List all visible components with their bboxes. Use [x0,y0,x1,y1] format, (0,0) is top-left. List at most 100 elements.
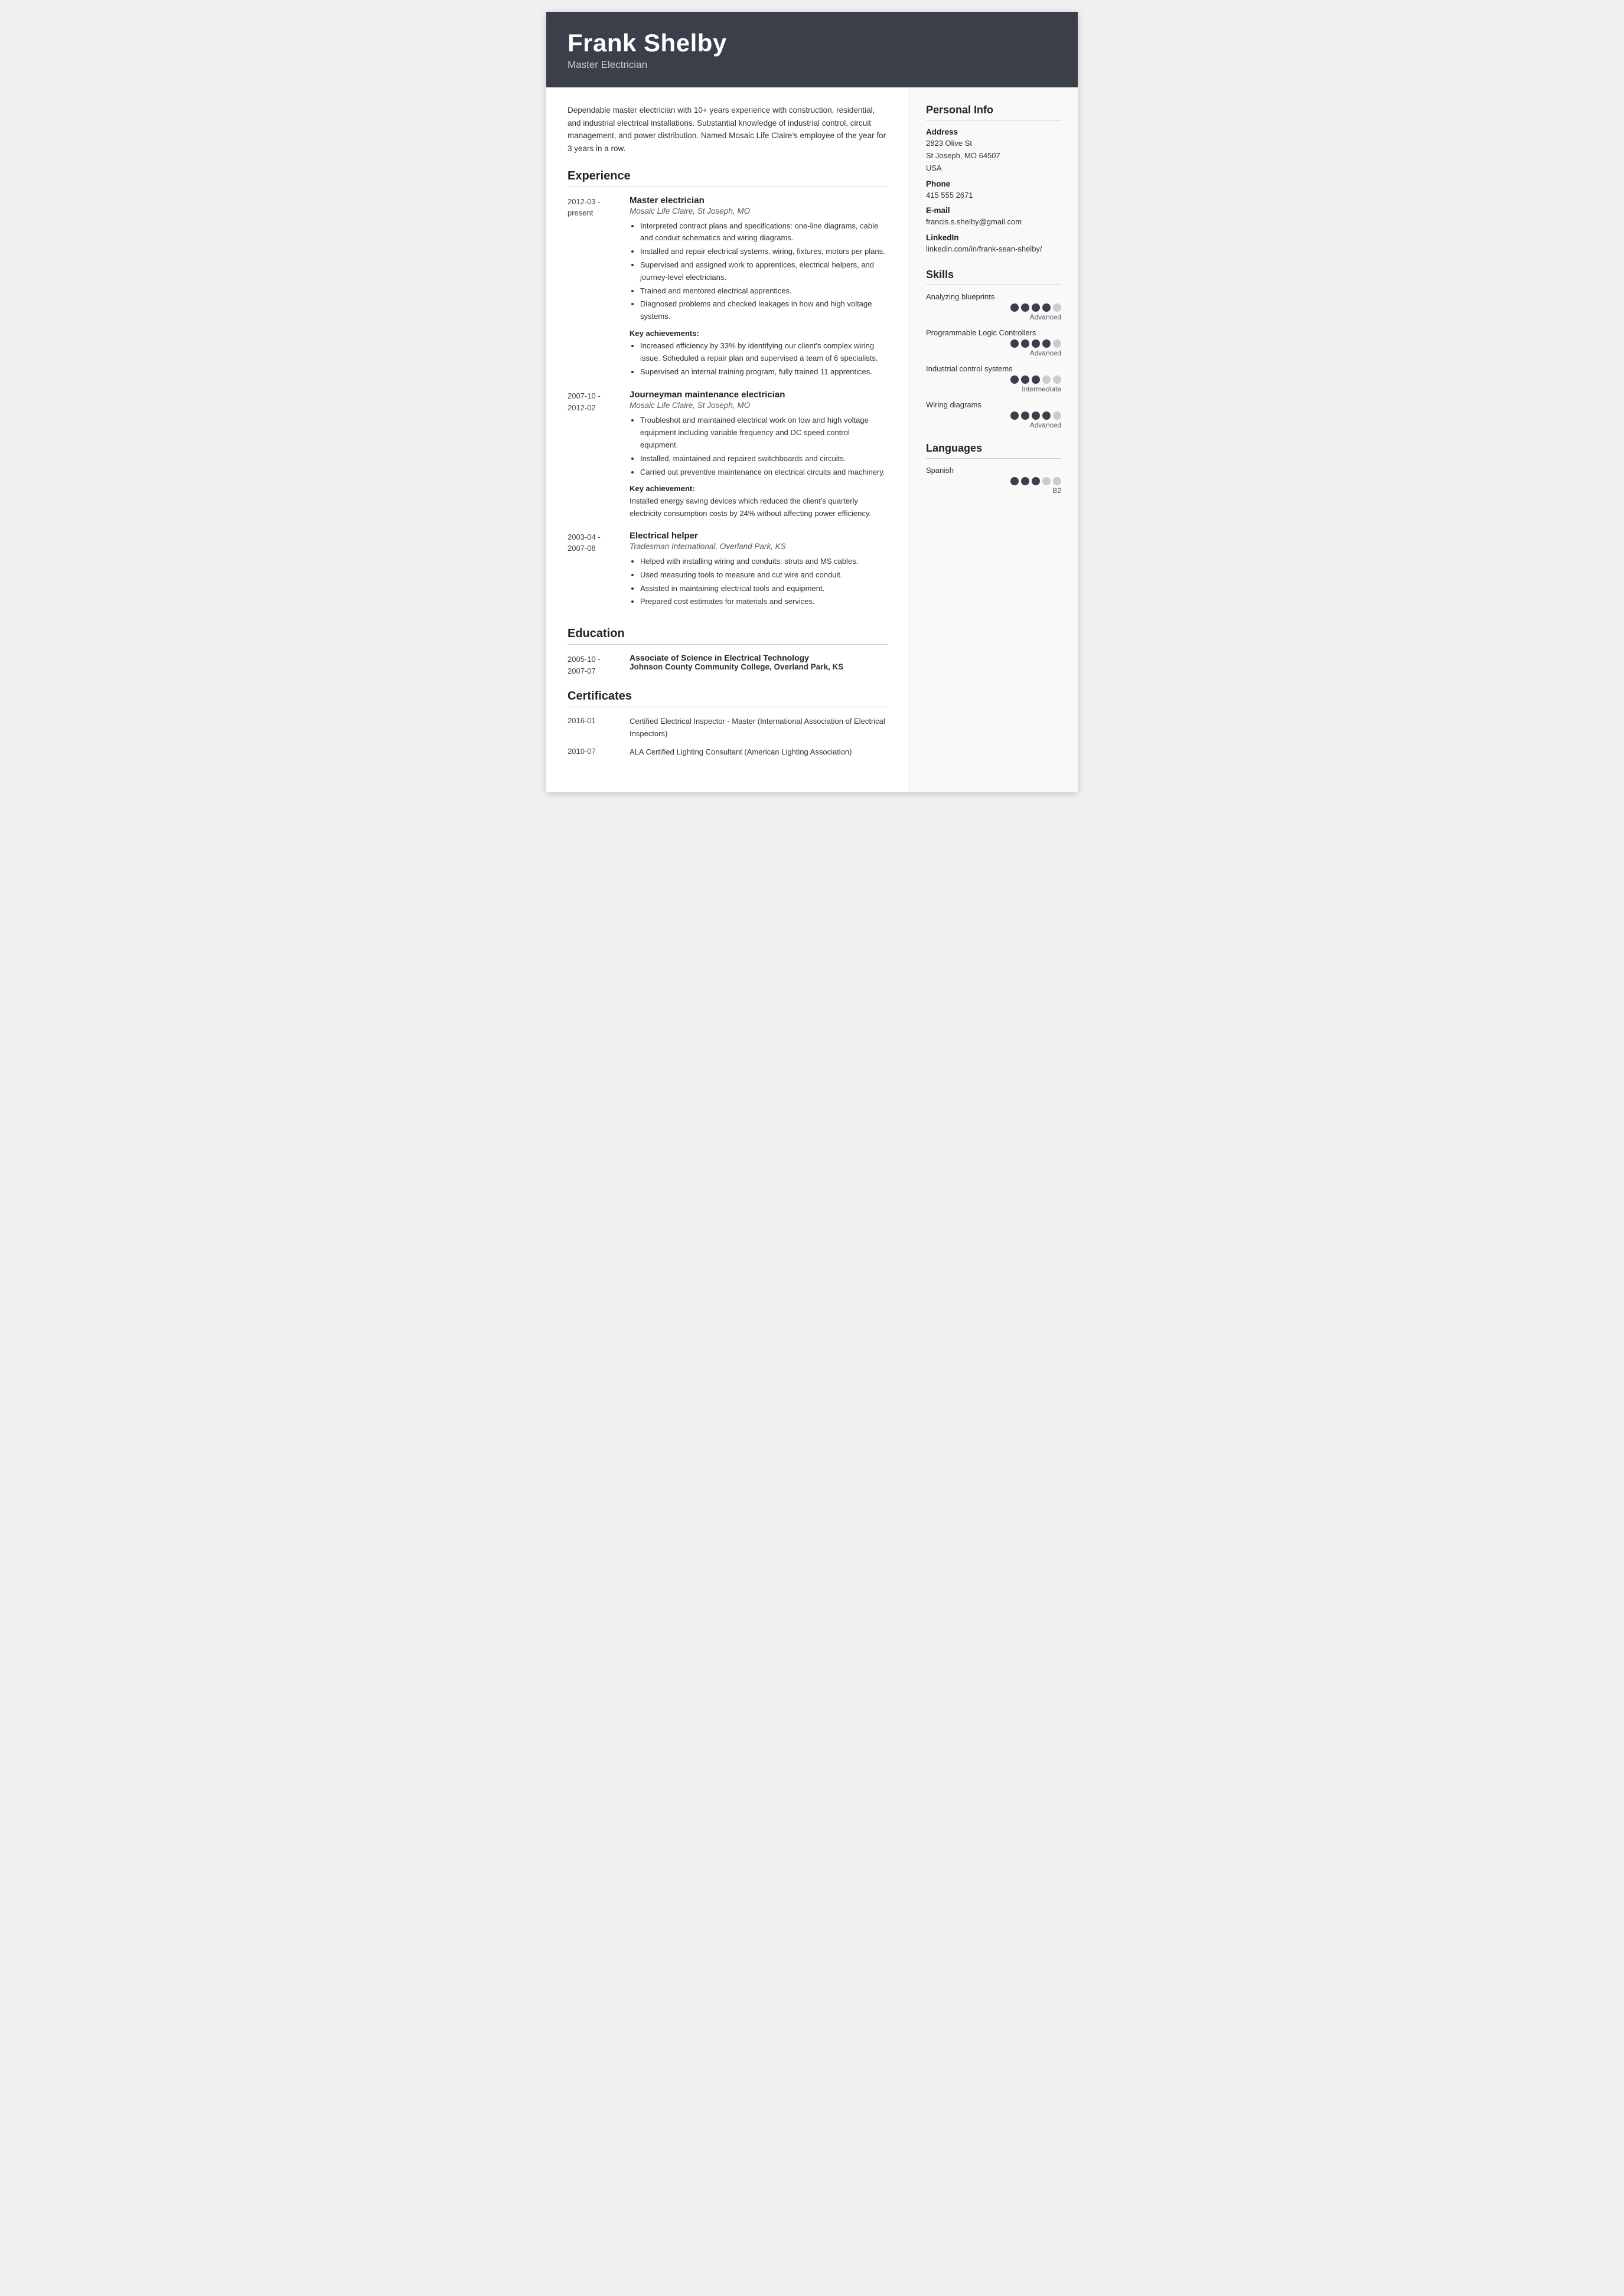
personal-info-title: Personal Info [926,104,1061,120]
email-value: francis.s.shelby@gmail.com [926,216,1061,228]
skill-dot [1053,339,1061,348]
skill-dot [1053,477,1061,485]
address-label: Address [926,128,1061,136]
experience-section: Experience 2012-03 -present Master elect… [568,169,888,615]
skill-level-3: Intermediate [926,385,1061,393]
skill-name-2: Programmable Logic Controllers [926,328,1061,337]
languages-section: Languages Spanish B2 [926,442,1061,495]
exp-company-2: Mosaic Life Claire, St Joseph, MO [630,401,888,410]
exp-detail-1: Master electrician Mosaic Life Claire, S… [630,195,888,380]
certificates-title: Certificates [568,690,888,707]
skill-dot [1053,375,1061,384]
skill-dot [1053,303,1061,312]
skill-level-1: Advanced [926,313,1061,321]
skill-entry-2: Programmable Logic Controllers Advanced [926,328,1061,357]
exp-bullet: Supervised and assigned work to apprenti… [640,259,888,284]
exp-bullet: Diagnosed problems and checked leakages … [640,298,888,323]
lang-name-1: Spanish [926,466,1061,475]
exp-bullet: Helped with installing wiring and condui… [640,556,888,568]
cert-entry-2: 2010-07 ALA Certified Lighting Consultan… [568,746,888,759]
exp-company-1: Mosaic Life Claire, St Joseph, MO [630,207,888,215]
skill-dot [1032,303,1040,312]
candidate-title: Master Electrician [568,59,1056,71]
exp-date-2: 2007-10 -2012-02 [568,390,630,520]
exp-jobtitle-1: Master electrician [630,195,888,205]
edu-degree-1: Associate of Science in Electrical Techn… [630,653,888,662]
skill-dots-3 [926,375,1061,384]
skill-level-4: Advanced [926,421,1061,429]
skill-dot [1010,477,1019,485]
skill-dots-1 [926,303,1061,312]
main-column: Dependable master electrician with 10+ y… [546,87,909,792]
resume-header: Frank Shelby Master Electrician [546,12,1078,87]
exp-bullet: Trained and mentored electrical apprenti… [640,285,888,298]
exp-bullet: Installed and repair electrical systems,… [640,246,888,258]
skill-dot [1032,339,1040,348]
edu-detail-1: Associate of Science in Electrical Techn… [630,653,888,677]
skills-section: Skills Analyzing blueprints Advanced Pro… [926,269,1061,429]
edu-school-1: Johnson County Community College, Overla… [630,662,888,671]
lang-dots-1 [926,477,1061,485]
key-ach-bullet: Supervised an internal training program,… [640,366,888,378]
education-section: Education 2005-10 -2007-07 Associate of … [568,627,888,677]
skill-dot [1032,477,1040,485]
skill-dot [1021,411,1029,420]
phone-label: Phone [926,179,1061,188]
skill-dot [1042,375,1051,384]
exp-detail-2: Journeyman maintenance electrician Mosai… [630,390,888,520]
exp-bullet: Interpreted contract plans and specifica… [640,220,888,245]
email-label: E-mail [926,206,1061,215]
key-ach-label-2: Key achievement: [630,484,888,493]
skill-dot [1010,375,1019,384]
cert-date-1: 2016-01 [568,716,630,740]
skill-entry-4: Wiring diagrams Advanced [926,400,1061,429]
exp-jobtitle-2: Journeyman maintenance electrician [630,390,888,400]
exp-bullet: Used measuring tools to measure and cut … [640,569,888,582]
sidebar-column: Personal Info Address 2823 Olive StSt Jo… [909,87,1078,792]
skill-dot [1042,411,1051,420]
exp-entry-1: 2012-03 -present Master electrician Mosa… [568,195,888,380]
skill-entry-3: Industrial control systems Intermediate [926,364,1061,393]
skill-dot [1053,411,1061,420]
exp-date-1: 2012-03 -present [568,195,630,380]
cert-entry-1: 2016-01 Certified Electrical Inspector -… [568,716,888,740]
skill-dot [1010,303,1019,312]
key-ach-text-2: Installed energy saving devices which re… [630,495,888,520]
key-ach-bullet: Increased efficiency by 33% by identifyi… [640,340,888,365]
exp-company-3: Tradesman International, Overland Park, … [630,542,888,551]
phone-value: 415 555 2671 [926,190,1061,202]
key-ach-bullets-1: Increased efficiency by 33% by identifyi… [630,340,888,378]
exp-bullet: Installed, maintained and repaired switc… [640,453,888,465]
exp-entry-2: 2007-10 -2012-02 Journeyman maintenance … [568,390,888,520]
resume-container: Frank Shelby Master Electrician Dependab… [546,12,1078,792]
key-ach-label-1: Key achievements: [630,329,888,338]
education-title: Education [568,627,888,645]
skill-name-4: Wiring diagrams [926,400,1061,409]
resume-body: Dependable master electrician with 10+ y… [546,87,1078,792]
languages-title: Languages [926,442,1061,459]
exp-bullet: Troubleshot and maintained electrical wo… [640,414,888,451]
cert-date-2: 2010-07 [568,746,630,759]
cert-detail-2: ALA Certified Lighting Consultant (Ameri… [630,746,888,759]
exp-entry-3: 2003-04 -2007-08 Electrical helper Trade… [568,531,888,614]
exp-jobtitle-3: Electrical helper [630,531,888,541]
summary-text: Dependable master electrician with 10+ y… [568,104,888,155]
skill-dot [1042,303,1051,312]
skill-entry-1: Analyzing blueprints Advanced [926,292,1061,321]
lang-level-1: B2 [926,486,1061,495]
exp-bullet: Assisted in maintaining electrical tools… [640,583,888,595]
linkedin-value: linkedin.com/in/frank-sean-shelby/ [926,243,1061,256]
skill-dot [1021,375,1029,384]
exp-bullet: Carried out preventive maintenance on el… [640,466,888,479]
experience-title: Experience [568,169,888,187]
exp-bullet: Prepared cost estimates for materials an… [640,596,888,608]
exp-date-3: 2003-04 -2007-08 [568,531,630,614]
exp-detail-3: Electrical helper Tradesman Internationa… [630,531,888,614]
certificates-section: Certificates 2016-01 Certified Electrica… [568,690,888,758]
exp-bullets-2: Troubleshot and maintained electrical wo… [630,414,888,478]
skill-dots-4 [926,411,1061,420]
skill-dots-2 [926,339,1061,348]
skill-dot [1021,477,1029,485]
skill-name-3: Industrial control systems [926,364,1061,373]
skill-level-2: Advanced [926,349,1061,357]
